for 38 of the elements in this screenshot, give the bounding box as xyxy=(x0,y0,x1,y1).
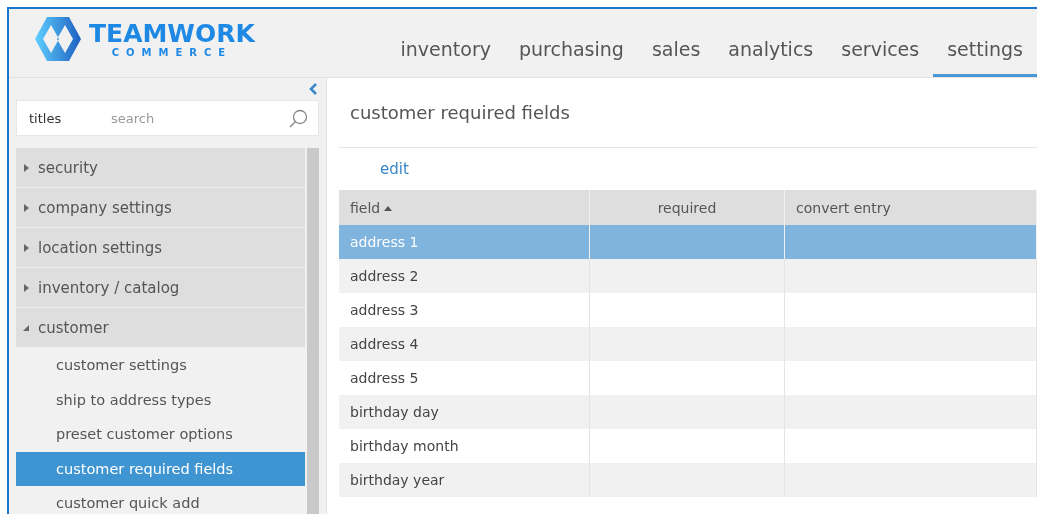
search-icon[interactable] xyxy=(289,108,308,128)
tree-item[interactable]: customer quick add xyxy=(16,486,305,514)
sort-up-icon xyxy=(384,205,393,211)
logo-tagline: COMMERCE xyxy=(111,46,233,58)
table-cell[interactable]: address 2 xyxy=(339,259,590,293)
tree-item[interactable]: customer settings xyxy=(16,348,305,383)
logo-wordmark: TEAMWORK xyxy=(89,20,255,47)
collapse-icon[interactable] xyxy=(309,83,317,95)
expand-triangle-icon xyxy=(23,283,30,292)
nav-tab[interactable]: services xyxy=(827,38,934,77)
nav-tab[interactable]: sales xyxy=(637,38,715,77)
nav-tab[interactable]: analytics xyxy=(714,38,828,77)
nav-tab[interactable]: purchasing xyxy=(504,38,638,77)
tree-item[interactable]: ship to address types xyxy=(16,382,305,417)
search-scope[interactable]: titles xyxy=(29,110,109,126)
nav-tab[interactable]: settings xyxy=(933,38,1037,77)
table-cell[interactable]: address 4 xyxy=(339,327,590,361)
expand-triangle-icon xyxy=(23,203,30,212)
page-title: customer required fields xyxy=(339,78,1037,148)
column-header[interactable]: field xyxy=(350,199,381,216)
expand-triangle-icon xyxy=(23,163,30,172)
column-header[interactable]: required xyxy=(657,199,717,216)
table-cell[interactable]: birthday day xyxy=(339,395,590,429)
table-cell[interactable]: birthday year xyxy=(339,463,590,497)
logo-icon xyxy=(33,15,83,63)
expand-triangle-icon xyxy=(23,243,30,252)
tree-item[interactable]: preset customer options xyxy=(16,417,305,452)
search-field[interactable]: titles search xyxy=(16,100,319,136)
tree-item[interactable]: inventory / catalog xyxy=(16,268,305,308)
collapse-triangle-icon xyxy=(23,323,30,332)
tree-item[interactable]: location settings xyxy=(16,228,305,268)
edit-link[interactable]: edit xyxy=(380,160,409,178)
nav-tab[interactable]: inventory xyxy=(386,38,505,77)
tree-item[interactable]: company settings xyxy=(16,188,305,228)
column-header[interactable]: convert entry xyxy=(796,199,891,216)
scrollbar[interactable] xyxy=(307,148,319,514)
tree-item[interactable]: security xyxy=(16,148,305,188)
tree-item[interactable]: customer xyxy=(16,308,305,348)
